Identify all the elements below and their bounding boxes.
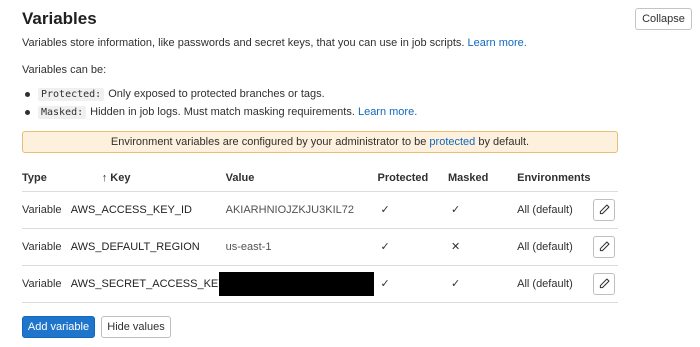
table-row: Variable AWS_ACCESS_KEY_ID AKIARHNIOJZKJ… — [22, 191, 618, 229]
table-header-row: Type ↑ Key Value Protected Masked Enviro… — [22, 165, 618, 192]
description: Variables store information, like passwo… — [22, 37, 527, 49]
variable-value: AKIARHNIOJZKJU3KIL72 — [225, 203, 354, 216]
close-icon: ✕ — [450, 241, 461, 253]
collapse-button[interactable]: Collapse — [635, 8, 692, 30]
row-environments: All (default) — [517, 191, 594, 229]
row-key: AWS_SECRET_ACCESS_KEY — [70, 265, 226, 303]
pencil-icon — [599, 241, 610, 252]
sort-arrow-icon: ↑ — [101, 171, 108, 184]
bullet-icon — [25, 110, 30, 115]
row-environments: All (default) — [517, 265, 594, 303]
hide-values-button[interactable]: Hide values — [101, 316, 171, 338]
edit-variable-button[interactable] — [593, 235, 616, 258]
row-actions — [593, 191, 618, 229]
masked-text: Hidden in job logs. Must match masking r… — [90, 106, 355, 118]
row-protected: ✓ — [377, 228, 448, 266]
variable-options-list: Protected: Only exposed to protected bra… — [25, 85, 417, 121]
row-actions — [593, 228, 618, 266]
edit-variable-button[interactable] — [593, 272, 616, 295]
alert-protected-link[interactable]: protected — [429, 136, 475, 148]
row-value — [218, 265, 378, 303]
variables-table: Type ↑ Key Value Protected Masked Enviro… — [22, 165, 618, 303]
row-type: Variable — [22, 265, 71, 303]
column-header-key[interactable]: ↑ Key — [70, 165, 226, 192]
column-header-actions — [593, 165, 618, 192]
variable-key: AWS_DEFAULT_REGION — [70, 240, 200, 253]
row-key: AWS_DEFAULT_REGION — [70, 228, 226, 266]
row-value: AKIARHNIOJZKJU3KIL72 — [225, 191, 378, 229]
pencil-icon — [599, 278, 610, 289]
table-row: Variable AWS_SECRET_ACCESS_KEY ✓ ✓ All (… — [22, 265, 618, 303]
table-row: Variable AWS_DEFAULT_REGION us-east-1 ✓ … — [22, 228, 618, 266]
description-text: Variables store information, like passwo… — [22, 37, 465, 49]
row-protected: ✓ — [377, 265, 448, 303]
masking-learn-more-link[interactable]: Learn more. — [358, 106, 417, 118]
redacted-value-block — [218, 271, 374, 296]
alert-text-before: Environment variables are configured by … — [110, 136, 427, 148]
alert-text-after: by default. — [478, 136, 530, 148]
row-masked: ✕ — [447, 228, 518, 266]
row-protected: ✓ — [377, 191, 448, 229]
protected-text: Only exposed to protected branches or ta… — [108, 88, 325, 100]
add-variable-button[interactable]: Add variable — [22, 316, 95, 338]
protected-code: Protected: — [38, 87, 105, 101]
column-header-key-label: Key — [110, 171, 131, 184]
list-item-protected: Protected: Only exposed to protected bra… — [25, 85, 417, 103]
can-be-intro: Variables can be: — [22, 64, 107, 76]
row-value: us-east-1 — [225, 228, 378, 266]
row-actions — [593, 265, 618, 303]
masked-code: Masked: — [38, 105, 87, 119]
row-masked: ✓ — [447, 265, 518, 303]
variable-key: AWS_ACCESS_KEY_ID — [70, 203, 192, 216]
check-icon: ✓ — [450, 204, 461, 216]
column-header-protected[interactable]: Protected — [377, 165, 448, 192]
column-header-environments[interactable]: Environments — [517, 165, 594, 192]
edit-variable-button[interactable] — [593, 198, 616, 221]
row-environments: All (default) — [517, 228, 594, 266]
list-item-masked: Masked: Hidden in job logs. Must match m… — [25, 103, 417, 121]
check-icon: ✓ — [380, 241, 390, 253]
page-title: Variables — [22, 9, 97, 28]
column-header-type[interactable]: Type — [22, 165, 71, 192]
protected-alert: Environment variables are configured by … — [22, 131, 618, 153]
column-header-masked[interactable]: Masked — [447, 165, 518, 192]
variable-key: AWS_SECRET_ACCESS_KEY — [70, 277, 226, 290]
check-icon: ✓ — [450, 278, 461, 290]
row-type: Variable — [22, 228, 71, 266]
row-key: AWS_ACCESS_KEY_ID — [70, 191, 226, 229]
check-icon: ✓ — [380, 278, 390, 290]
column-header-value[interactable]: Value — [225, 165, 378, 192]
check-icon: ✓ — [380, 204, 390, 216]
variable-value: us-east-1 — [225, 240, 272, 253]
pencil-icon — [599, 204, 610, 215]
learn-more-link[interactable]: Learn more. — [468, 37, 527, 49]
row-masked: ✓ — [447, 191, 518, 229]
row-type: Variable — [22, 191, 71, 229]
bullet-icon — [25, 92, 30, 97]
